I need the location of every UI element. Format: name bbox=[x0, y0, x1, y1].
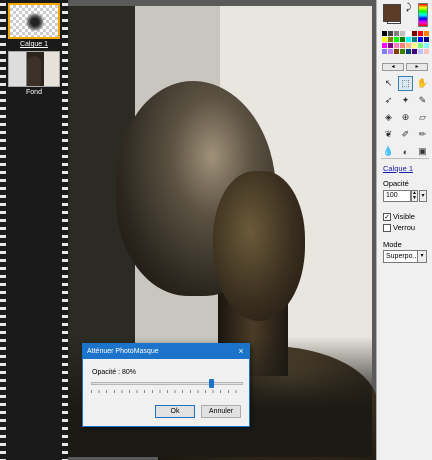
color-swatch[interactable] bbox=[412, 31, 417, 36]
color-swatch[interactable] bbox=[406, 49, 411, 54]
layer-thumbnail bbox=[8, 51, 60, 87]
color-swatch[interactable] bbox=[382, 49, 387, 54]
scroll-left-icon[interactable]: ◂ bbox=[382, 63, 404, 71]
drop-icon[interactable]: 💧 bbox=[381, 144, 396, 159]
layer-item-fond[interactable]: Fond bbox=[7, 51, 61, 96]
pointer-tool-icon[interactable]: ↖ bbox=[381, 76, 396, 91]
clone-icon[interactable]: ⊕ bbox=[398, 110, 413, 125]
color-swatch[interactable] bbox=[406, 37, 411, 42]
active-layer-link[interactable]: Calque 1 bbox=[383, 164, 413, 173]
dialog-titlebar[interactable]: Atténuer PhotoMasque × bbox=[83, 344, 249, 359]
color-swatch[interactable] bbox=[418, 31, 423, 36]
color-swatch[interactable] bbox=[394, 37, 399, 42]
swatch-scroll: ◂ ▸ bbox=[382, 63, 428, 71]
visible-check-box[interactable]: ✓ bbox=[383, 212, 391, 221]
tool-grid: ↖ ⬚ ✋ ➶ ✦ ✎ ◈ ⊕ ▱ ❦ ✐ ✏ 💧 ◐ ▣ bbox=[381, 76, 429, 159]
hand-tool-icon[interactable]: ✋ bbox=[415, 76, 430, 91]
layer-thumbnail bbox=[8, 3, 60, 39]
color-swatch[interactable] bbox=[388, 43, 393, 48]
chevron-down-icon: ▾ bbox=[417, 251, 426, 262]
primary-color-swatch[interactable] bbox=[383, 4, 401, 22]
cancel-button[interactable]: Annuler bbox=[201, 405, 241, 418]
opacity-input[interactable]: 100 bbox=[383, 190, 411, 202]
color-swatch[interactable] bbox=[400, 49, 405, 54]
slider-ticks bbox=[91, 390, 243, 393]
color-swatch[interactable] bbox=[388, 37, 393, 42]
color-swatch[interactable] bbox=[424, 31, 429, 36]
color-swatch[interactable] bbox=[412, 49, 417, 54]
burn-icon[interactable]: ◐ bbox=[398, 144, 413, 159]
color-spectrum-bar[interactable] bbox=[418, 3, 428, 27]
color-swatch[interactable] bbox=[424, 43, 429, 48]
lock-checkbox[interactable]: Verrou bbox=[383, 223, 415, 232]
recolor-icon[interactable]: ❦ bbox=[381, 127, 396, 142]
color-swatch[interactable] bbox=[394, 49, 399, 54]
tools-palette: ⤸ ◂ ▸ ↖ ⬚ ✋ ➶ ✦ ✎ ◈ ⊕ ▱ ❦ ✐ ✏ 💧 ◐ ▣ Calque 1 Opacité 1… bbox=[376, 0, 432, 460]
opacity-label: Opacité : 80% bbox=[92, 369, 136, 376]
dialog-title: Atténuer PhotoMasque bbox=[87, 348, 159, 355]
slider-thumb[interactable] bbox=[208, 379, 214, 388]
layer-name: Fond bbox=[26, 89, 42, 96]
bust-face bbox=[213, 171, 305, 321]
lock-check-box[interactable] bbox=[383, 223, 391, 232]
opacity-slider[interactable] bbox=[91, 379, 243, 393]
mode-heading: Mode bbox=[383, 240, 402, 249]
blend-mode-select[interactable]: Superpo... ▾ bbox=[383, 250, 427, 263]
blend-mode-value: Superpo... bbox=[386, 253, 419, 260]
visible-label: Visible bbox=[393, 212, 415, 221]
brush-icon[interactable]: ✐ bbox=[398, 127, 413, 142]
lasso-tool-icon[interactable]: ➶ bbox=[381, 93, 396, 108]
opacity-dropdown-icon[interactable]: ▾ bbox=[419, 190, 427, 202]
eyedropper-icon[interactable]: ✎ bbox=[415, 93, 430, 108]
pencil-icon[interactable]: ✏ bbox=[415, 127, 430, 142]
color-swatch[interactable] bbox=[424, 37, 429, 42]
color-swatch[interactable] bbox=[412, 37, 417, 42]
swap-colors-icon[interactable]: ⤸ bbox=[406, 2, 411, 13]
color-swatch[interactable] bbox=[400, 31, 405, 36]
ok-button[interactable]: Ok bbox=[155, 405, 195, 418]
color-swatch[interactable] bbox=[382, 43, 387, 48]
color-swatch[interactable] bbox=[418, 43, 423, 48]
color-swatch[interactable] bbox=[418, 49, 423, 54]
layer-item-calque-1[interactable]: Calque 1 bbox=[7, 3, 61, 48]
color-swatch[interactable] bbox=[406, 43, 411, 48]
color-swatch[interactable] bbox=[400, 37, 405, 42]
color-swatch[interactable] bbox=[388, 31, 393, 36]
bucket-icon[interactable]: ◈ bbox=[381, 110, 396, 125]
color-swatch[interactable] bbox=[418, 37, 423, 42]
selection-tool-icon[interactable]: ⬚ bbox=[398, 76, 413, 91]
lock-label: Verrou bbox=[393, 223, 416, 232]
divider bbox=[381, 158, 429, 159]
stamp-icon[interactable]: ▣ bbox=[415, 144, 430, 159]
color-swatch[interactable] bbox=[394, 43, 399, 48]
color-swatch-grid bbox=[382, 31, 429, 54]
color-swatch[interactable] bbox=[394, 31, 399, 36]
visible-checkbox[interactable]: ✓ Visible bbox=[383, 212, 415, 221]
magic-wand-icon[interactable]: ✦ bbox=[398, 93, 413, 108]
slider-track bbox=[91, 382, 243, 385]
color-swatch[interactable] bbox=[382, 37, 387, 42]
opacity-heading: Opacité bbox=[383, 179, 409, 188]
layer-name: Calque 1 bbox=[19, 41, 49, 48]
layers-panel: Calque 1 Fond bbox=[0, 0, 68, 460]
color-swatch[interactable] bbox=[382, 31, 387, 36]
color-swatch[interactable] bbox=[406, 31, 411, 36]
close-icon[interactable]: × bbox=[236, 344, 246, 359]
color-swatch[interactable] bbox=[424, 49, 429, 54]
eraser-icon[interactable]: ▱ bbox=[415, 110, 430, 125]
color-swatch[interactable] bbox=[412, 43, 417, 48]
color-swatch[interactable] bbox=[400, 43, 405, 48]
color-swatch[interactable] bbox=[388, 49, 393, 54]
opacity-spinner[interactable]: ▲ ▼ bbox=[411, 190, 418, 202]
fade-photomask-dialog: Atténuer PhotoMasque × Opacité : 80% Ok … bbox=[82, 343, 250, 427]
film-strip-left bbox=[0, 0, 6, 460]
scroll-right-icon[interactable]: ▸ bbox=[406, 63, 428, 71]
